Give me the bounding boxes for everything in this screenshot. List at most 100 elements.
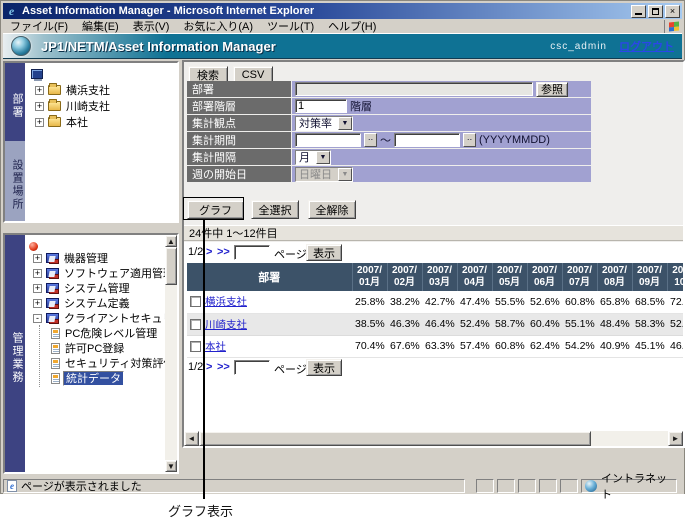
viewpoint-value: 対策率 bbox=[296, 115, 338, 131]
expand-icon[interactable]: + bbox=[33, 284, 42, 293]
expand-icon[interactable]: + bbox=[35, 86, 44, 95]
department-field[interactable] bbox=[295, 82, 533, 96]
status-segment bbox=[560, 479, 578, 493]
tree-item-label[interactable]: システム管理 bbox=[62, 280, 132, 296]
tree-item-pc-risk-level[interactable]: PC危険レベル管理 bbox=[51, 326, 159, 340]
hierarchy-field[interactable] bbox=[295, 99, 347, 113]
page-number-input[interactable] bbox=[234, 245, 270, 260]
cell-value: 48.4% bbox=[597, 313, 632, 335]
row-checkbox[interactable] bbox=[190, 341, 201, 352]
last-page-link[interactable]: >> bbox=[217, 246, 230, 258]
tree-item-label-selected[interactable]: 統計データ bbox=[63, 371, 124, 386]
date-picker-icon[interactable]: ‥ bbox=[364, 133, 377, 147]
select-all-button[interactable]: 全選択 bbox=[251, 200, 299, 219]
tree-item-allowed-pc[interactable]: 許可PC登録 bbox=[51, 341, 126, 355]
tree-item-label[interactable]: 機器管理 bbox=[62, 250, 110, 266]
menu-view[interactable]: 表示(V) bbox=[126, 18, 177, 34]
close-button[interactable]: × bbox=[665, 5, 680, 18]
department-link[interactable]: 本社 bbox=[205, 341, 226, 353]
minimize-button[interactable] bbox=[631, 5, 646, 18]
scroll-down-icon[interactable]: ▼ bbox=[165, 460, 177, 472]
tree-item-label[interactable]: 川崎支社 bbox=[64, 98, 112, 114]
menu-file[interactable]: ファイル(F) bbox=[3, 18, 75, 34]
scrollbar-thumb[interactable] bbox=[165, 247, 177, 285]
browse-button[interactable]: 参照 bbox=[536, 82, 568, 97]
interval-select[interactable]: 月 ▼ bbox=[295, 150, 331, 165]
logout-link[interactable]: ログアウト bbox=[619, 38, 674, 54]
folder-icon bbox=[48, 85, 61, 95]
cell-value: 40.9% bbox=[597, 335, 632, 357]
expand-icon[interactable]: + bbox=[35, 102, 44, 111]
tree-item-kawasaki[interactable]: + 川崎支社 bbox=[35, 99, 112, 113]
scrollbar-thumb[interactable] bbox=[199, 431, 591, 446]
tree-item-security-eval[interactable]: セキュリティ対策評価 bbox=[51, 356, 165, 370]
tree-item-device-mgmt[interactable]: + 機器管理 bbox=[33, 251, 110, 265]
window-title: Asset Information Manager - Microsoft In… bbox=[22, 5, 629, 17]
menu-help[interactable]: ヘルプ(H) bbox=[321, 18, 383, 34]
cell-value: 67.6% bbox=[387, 335, 422, 357]
expand-icon[interactable]: + bbox=[33, 269, 42, 278]
form-label: 集計観点 bbox=[187, 115, 291, 131]
tree-item-yokohama[interactable]: + 横浜支社 bbox=[35, 83, 112, 97]
department-tab-strip: 部署 設置場所 bbox=[5, 63, 25, 221]
col-header-month: 2007/10月 bbox=[667, 263, 685, 291]
row-checkbox[interactable] bbox=[190, 319, 201, 330]
col-header-month: 2007/07月 bbox=[562, 263, 597, 291]
clear-all-button[interactable]: 全解除 bbox=[308, 200, 356, 219]
next-page-link[interactable]: > bbox=[206, 361, 212, 373]
browser-window: e Asset Information Manager - Microsoft … bbox=[0, 0, 685, 494]
interval-value: 月 bbox=[296, 149, 316, 165]
tab-location[interactable]: 設置場所 bbox=[5, 141, 25, 221]
tree-item-label[interactable]: システム定義 bbox=[62, 295, 132, 311]
viewpoint-select[interactable]: 対策率 ▼ bbox=[295, 116, 353, 131]
collapse-icon[interactable]: - bbox=[33, 314, 42, 323]
expand-icon[interactable]: + bbox=[35, 118, 44, 127]
cell-value: 45.1% bbox=[632, 335, 667, 357]
tree-item-label[interactable]: セキュリティ対策評価 bbox=[63, 355, 165, 371]
tree-item-system-def[interactable]: + システム定義 bbox=[33, 296, 132, 310]
book-icon bbox=[46, 253, 59, 263]
show-button[interactable]: 表示 bbox=[306, 359, 342, 376]
tree-item-label[interactable]: 許可PC登録 bbox=[63, 340, 126, 356]
next-page-link[interactable]: > bbox=[206, 246, 212, 258]
tree-item-software-mgmt[interactable]: + ソフトウェア適用管理 bbox=[33, 266, 165, 280]
logged-in-user: csc_admin bbox=[550, 41, 607, 52]
tree-item-label[interactable]: クライアントセキュリティ管理 bbox=[62, 310, 165, 326]
tree-item-honsha[interactable]: + 本社 bbox=[35, 115, 90, 129]
form-label: 集計期間 bbox=[187, 132, 291, 148]
date-picker-icon[interactable]: ‥ bbox=[463, 133, 476, 147]
expand-icon[interactable]: + bbox=[33, 254, 42, 263]
maximize-button[interactable] bbox=[648, 5, 663, 18]
last-page-link[interactable]: >> bbox=[217, 361, 230, 373]
department-link[interactable]: 川崎支社 bbox=[205, 319, 247, 331]
page-number-input[interactable] bbox=[234, 360, 270, 375]
graph-button[interactable]: グラフ bbox=[187, 200, 244, 219]
row-checkbox[interactable] bbox=[190, 296, 201, 307]
tree-item-label[interactable]: 本社 bbox=[64, 114, 90, 130]
tab-admin-tasks[interactable]: 管理業務 bbox=[5, 235, 25, 472]
period-from-field[interactable] bbox=[295, 133, 361, 147]
scroll-right-icon[interactable]: ► bbox=[668, 431, 683, 446]
cell-value: 55.1% bbox=[562, 313, 597, 335]
scroll-up-icon[interactable]: ▲ bbox=[165, 235, 177, 247]
menu-favorites[interactable]: お気に入り(A) bbox=[176, 18, 260, 34]
menu-tools[interactable]: ツール(T) bbox=[260, 18, 321, 34]
tree-root-network[interactable] bbox=[31, 67, 46, 81]
admin-tree-scrollbar[interactable]: ▲ ▼ bbox=[165, 235, 177, 472]
tab-department[interactable]: 部署 bbox=[5, 63, 25, 141]
tree-item-label[interactable]: 横浜支社 bbox=[64, 82, 112, 98]
page-indicator: 1/2 bbox=[188, 361, 203, 373]
scroll-left-icon[interactable]: ◄ bbox=[184, 431, 199, 446]
tree-item-system-mgmt[interactable]: + システム管理 bbox=[33, 281, 132, 295]
menu-edit[interactable]: 編集(E) bbox=[75, 18, 126, 34]
col-header-month: 2007/04月 bbox=[457, 263, 492, 291]
period-to-field[interactable] bbox=[394, 133, 460, 147]
tree-item-client-security[interactable]: - クライアントセキュリティ管理 bbox=[33, 311, 165, 325]
department-link[interactable]: 横浜支社 bbox=[205, 296, 247, 308]
tree-item-label[interactable]: ソフトウェア適用管理 bbox=[62, 265, 165, 281]
tree-item-statistics[interactable]: 統計データ bbox=[51, 371, 124, 385]
content-hscrollbar[interactable]: ◄ ► bbox=[184, 431, 683, 446]
tree-item-label[interactable]: PC危険レベル管理 bbox=[63, 325, 159, 341]
show-button[interactable]: 表示 bbox=[306, 244, 342, 261]
expand-icon[interactable]: + bbox=[33, 299, 42, 308]
